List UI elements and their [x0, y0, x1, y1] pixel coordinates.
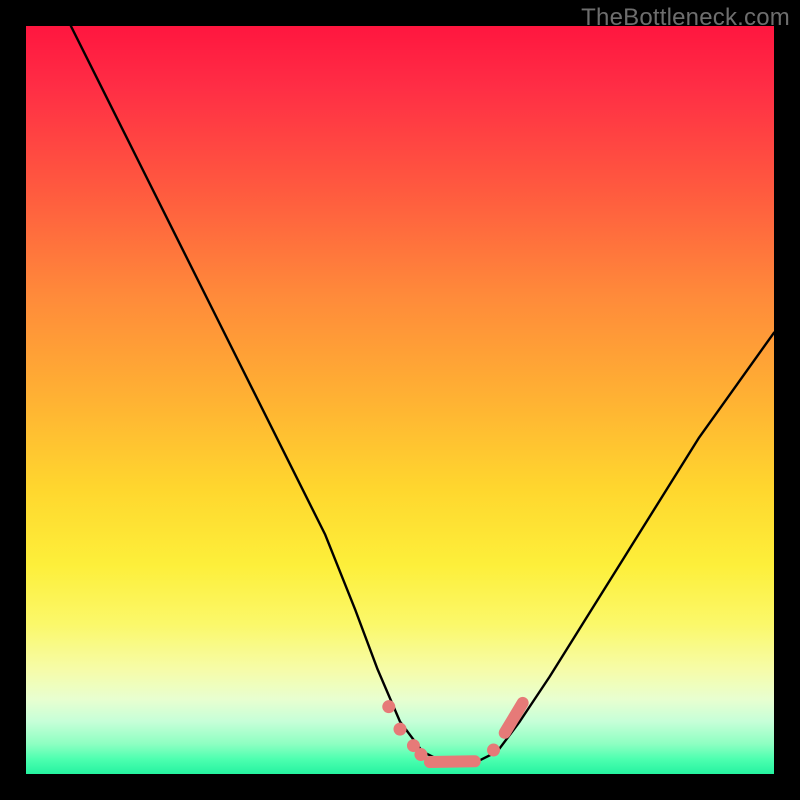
plot-area	[26, 26, 774, 774]
marker-left-dot-4	[414, 748, 427, 761]
chart-frame: TheBottleneck.com	[0, 0, 800, 800]
curve-group	[71, 26, 774, 764]
marker-left-dot-1	[382, 700, 395, 713]
bottom-marker-bar	[430, 761, 475, 762]
right-marker-segment	[505, 703, 523, 733]
bottleneck-curve	[71, 26, 774, 764]
marker-right-dot-1	[487, 744, 500, 757]
curve-svg	[26, 26, 774, 774]
marker-group	[382, 700, 522, 762]
marker-left-dot-2	[394, 723, 407, 736]
